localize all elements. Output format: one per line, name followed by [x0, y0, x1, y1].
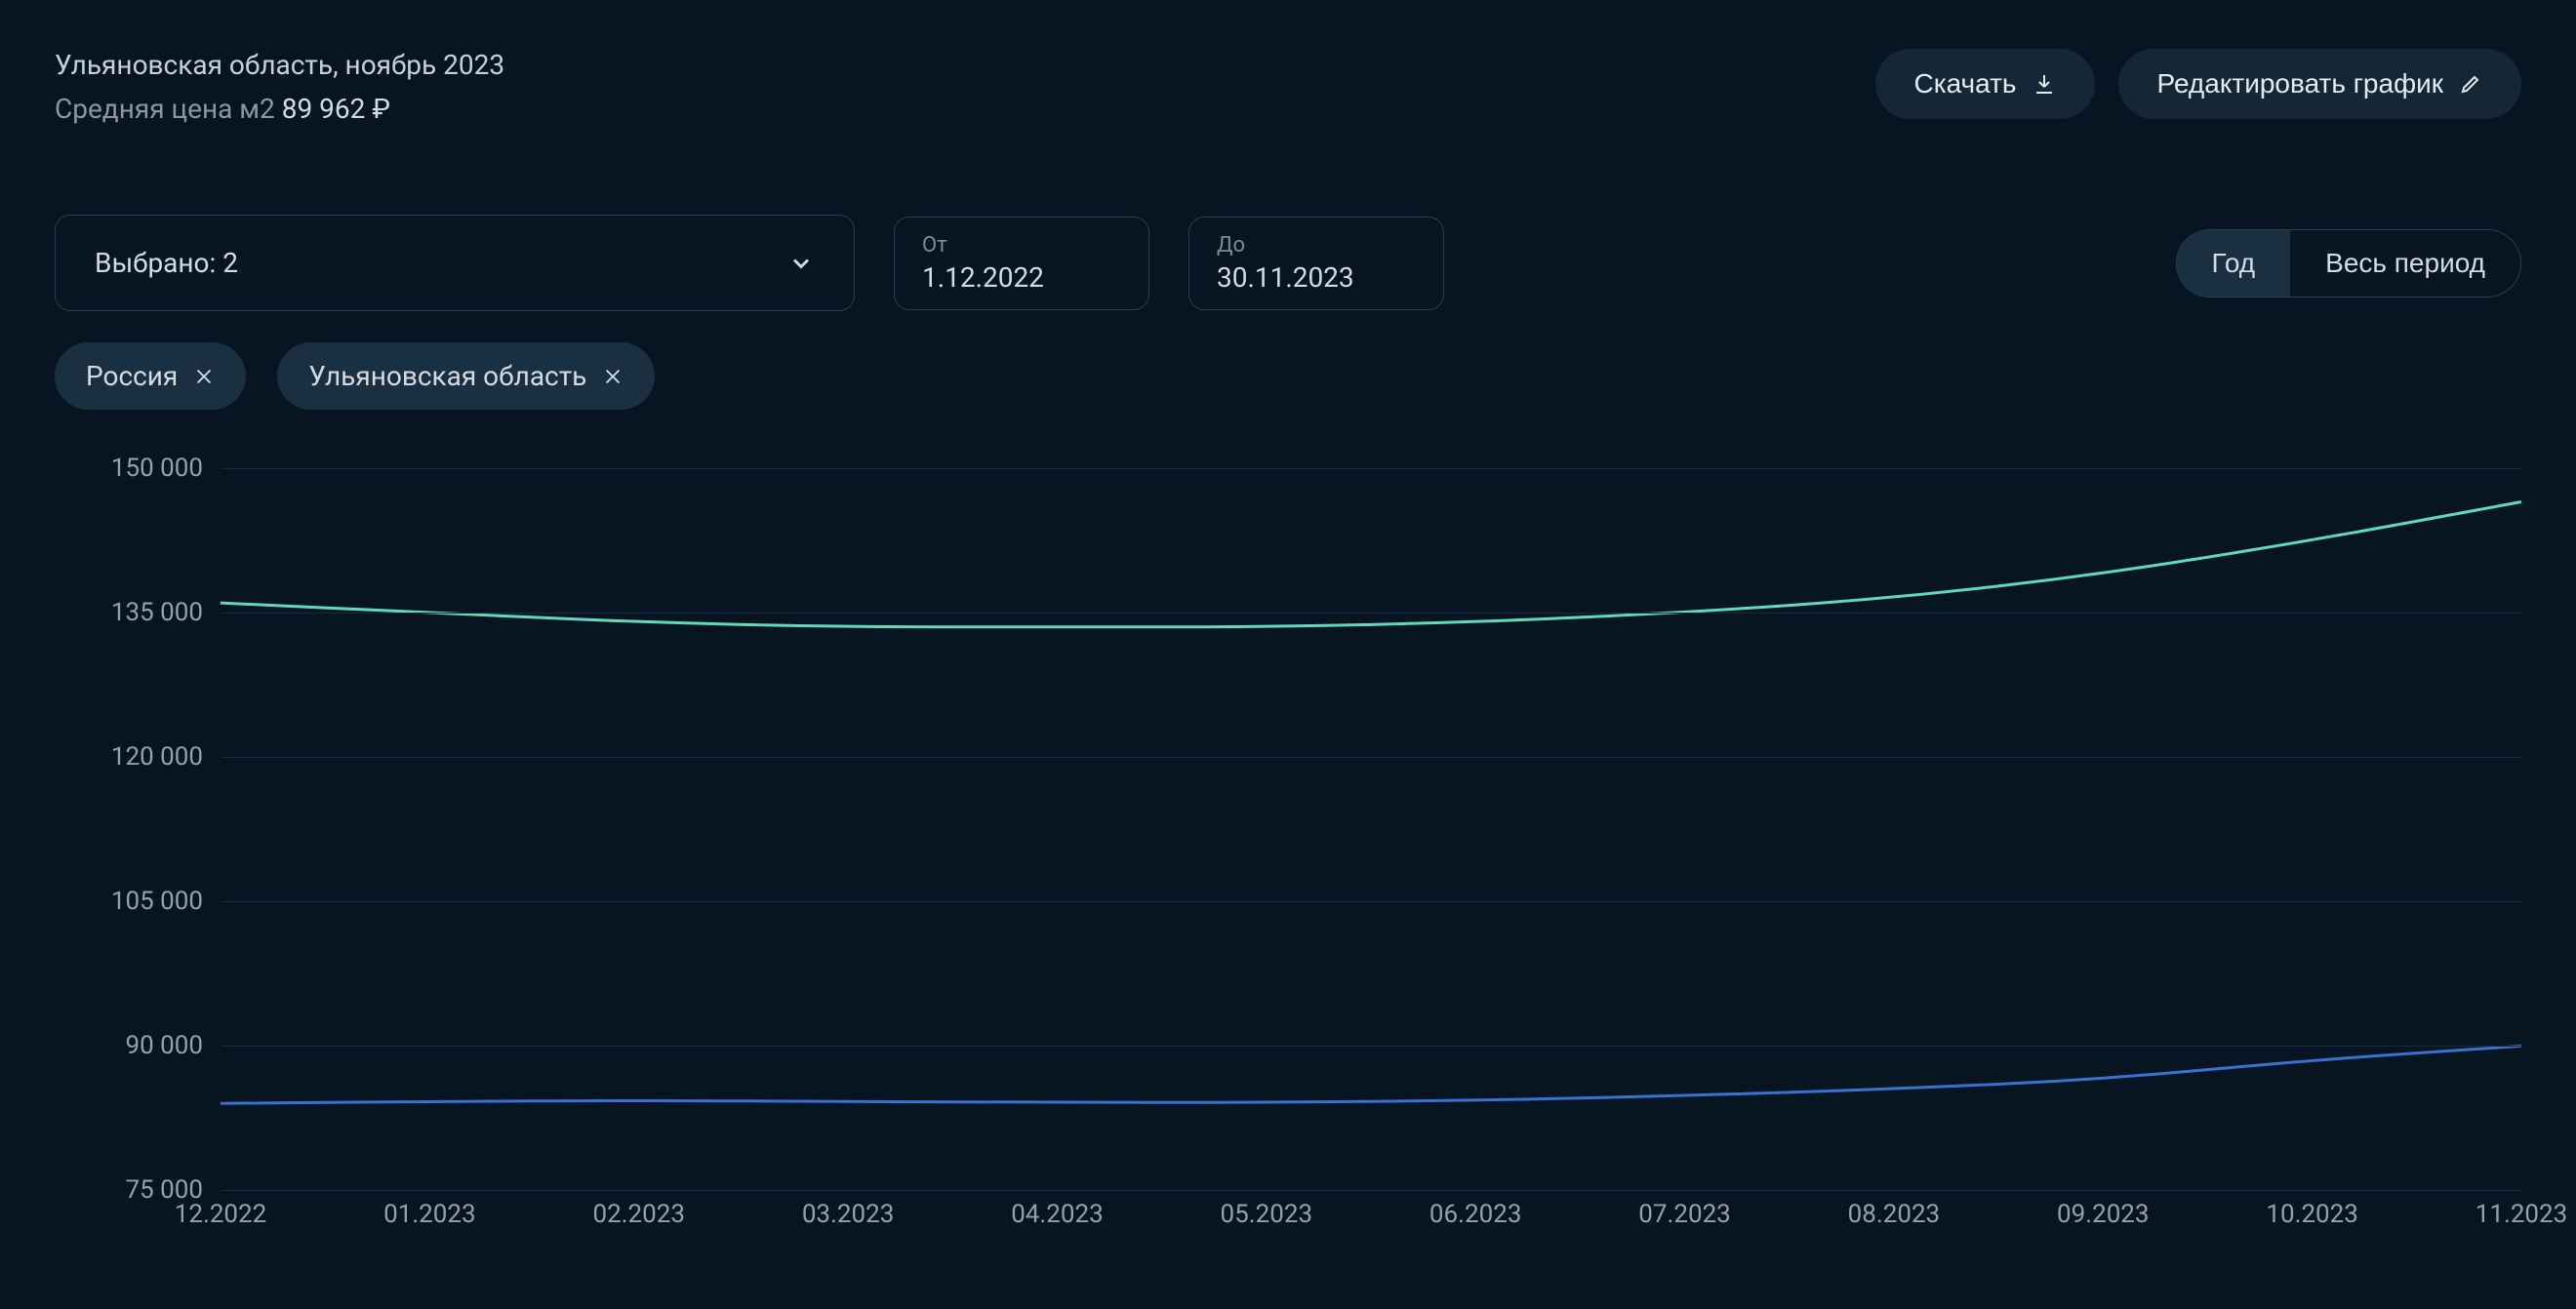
pencil-icon: [2459, 72, 2482, 96]
region-chip: Россия: [55, 342, 246, 410]
gridline: [221, 757, 2521, 758]
date-from-value: 1.12.2022: [922, 261, 1121, 294]
date-from-label: От: [922, 233, 1121, 258]
y-axis-tick: 105 000: [111, 887, 203, 916]
x-axis-tick: 01.2023: [383, 1200, 476, 1229]
date-to-value: 30.11.2023: [1217, 261, 1416, 294]
download-icon: [2033, 72, 2056, 96]
y-axis-tick: 90 000: [125, 1031, 203, 1060]
region-chip-label: Россия: [86, 360, 178, 392]
chart-line: [221, 1046, 2521, 1103]
chevron-down-icon: [787, 250, 815, 277]
toggle-year[interactable]: Год: [2177, 230, 2291, 297]
region-select-label: Выбрано: 2: [95, 247, 238, 279]
x-axis-tick: 03.2023: [802, 1200, 895, 1229]
gridline: [221, 1190, 2521, 1191]
x-axis-tick: 09.2023: [2057, 1200, 2150, 1229]
y-axis-tick: 135 000: [111, 598, 203, 627]
date-to-label: До: [1217, 233, 1416, 258]
download-button-label: Скачать: [1914, 68, 2017, 99]
x-axis-tick: 04.2023: [1011, 1200, 1104, 1229]
close-icon[interactable]: [602, 366, 624, 387]
x-axis-tick: 07.2023: [1638, 1200, 1731, 1229]
x-axis-tick: 10.2023: [2266, 1200, 2358, 1229]
x-axis-tick: 11.2023: [2475, 1200, 2568, 1229]
toggle-all-period[interactable]: Весь период: [2290, 230, 2520, 297]
x-axis-tick: 12.2022: [175, 1200, 267, 1229]
price-chart: 75 00090 000105 000120 000135 000150 000…: [55, 468, 2521, 1229]
period-toggle: Год Весь период: [2176, 229, 2521, 298]
edit-chart-button-label: Редактировать график: [2157, 68, 2443, 99]
chart-line: [221, 502, 2521, 627]
page-title: Ульяновская область, ноябрь 2023: [55, 49, 504, 81]
region-select[interactable]: Выбрано: 2: [55, 215, 855, 311]
avg-price-line: Средняя цена м2 89 962 ₽: [55, 93, 504, 125]
gridline: [221, 901, 2521, 902]
y-axis-tick: 120 000: [111, 742, 203, 772]
gridline: [221, 1046, 2521, 1047]
close-icon[interactable]: [193, 366, 215, 387]
edit-chart-button[interactable]: Редактировать график: [2118, 49, 2521, 119]
gridline: [221, 468, 2521, 469]
gridline: [221, 613, 2521, 614]
y-axis-tick: 150 000: [111, 454, 203, 483]
x-axis-tick: 05.2023: [1221, 1200, 1313, 1229]
x-axis-tick: 08.2023: [1848, 1200, 1941, 1229]
download-button[interactable]: Скачать: [1875, 49, 2095, 119]
region-chip-label: Ульяновская область: [308, 360, 586, 392]
x-axis-tick: 02.2023: [592, 1200, 685, 1229]
x-axis-tick: 06.2023: [1429, 1200, 1522, 1229]
date-from-input[interactable]: От 1.12.2022: [894, 217, 1149, 310]
date-to-input[interactable]: До 30.11.2023: [1188, 217, 1444, 310]
avg-price-value: 89 962 ₽: [282, 93, 390, 125]
region-chip: Ульяновская область: [277, 342, 655, 410]
avg-price-label: Средняя цена м2: [55, 93, 275, 125]
